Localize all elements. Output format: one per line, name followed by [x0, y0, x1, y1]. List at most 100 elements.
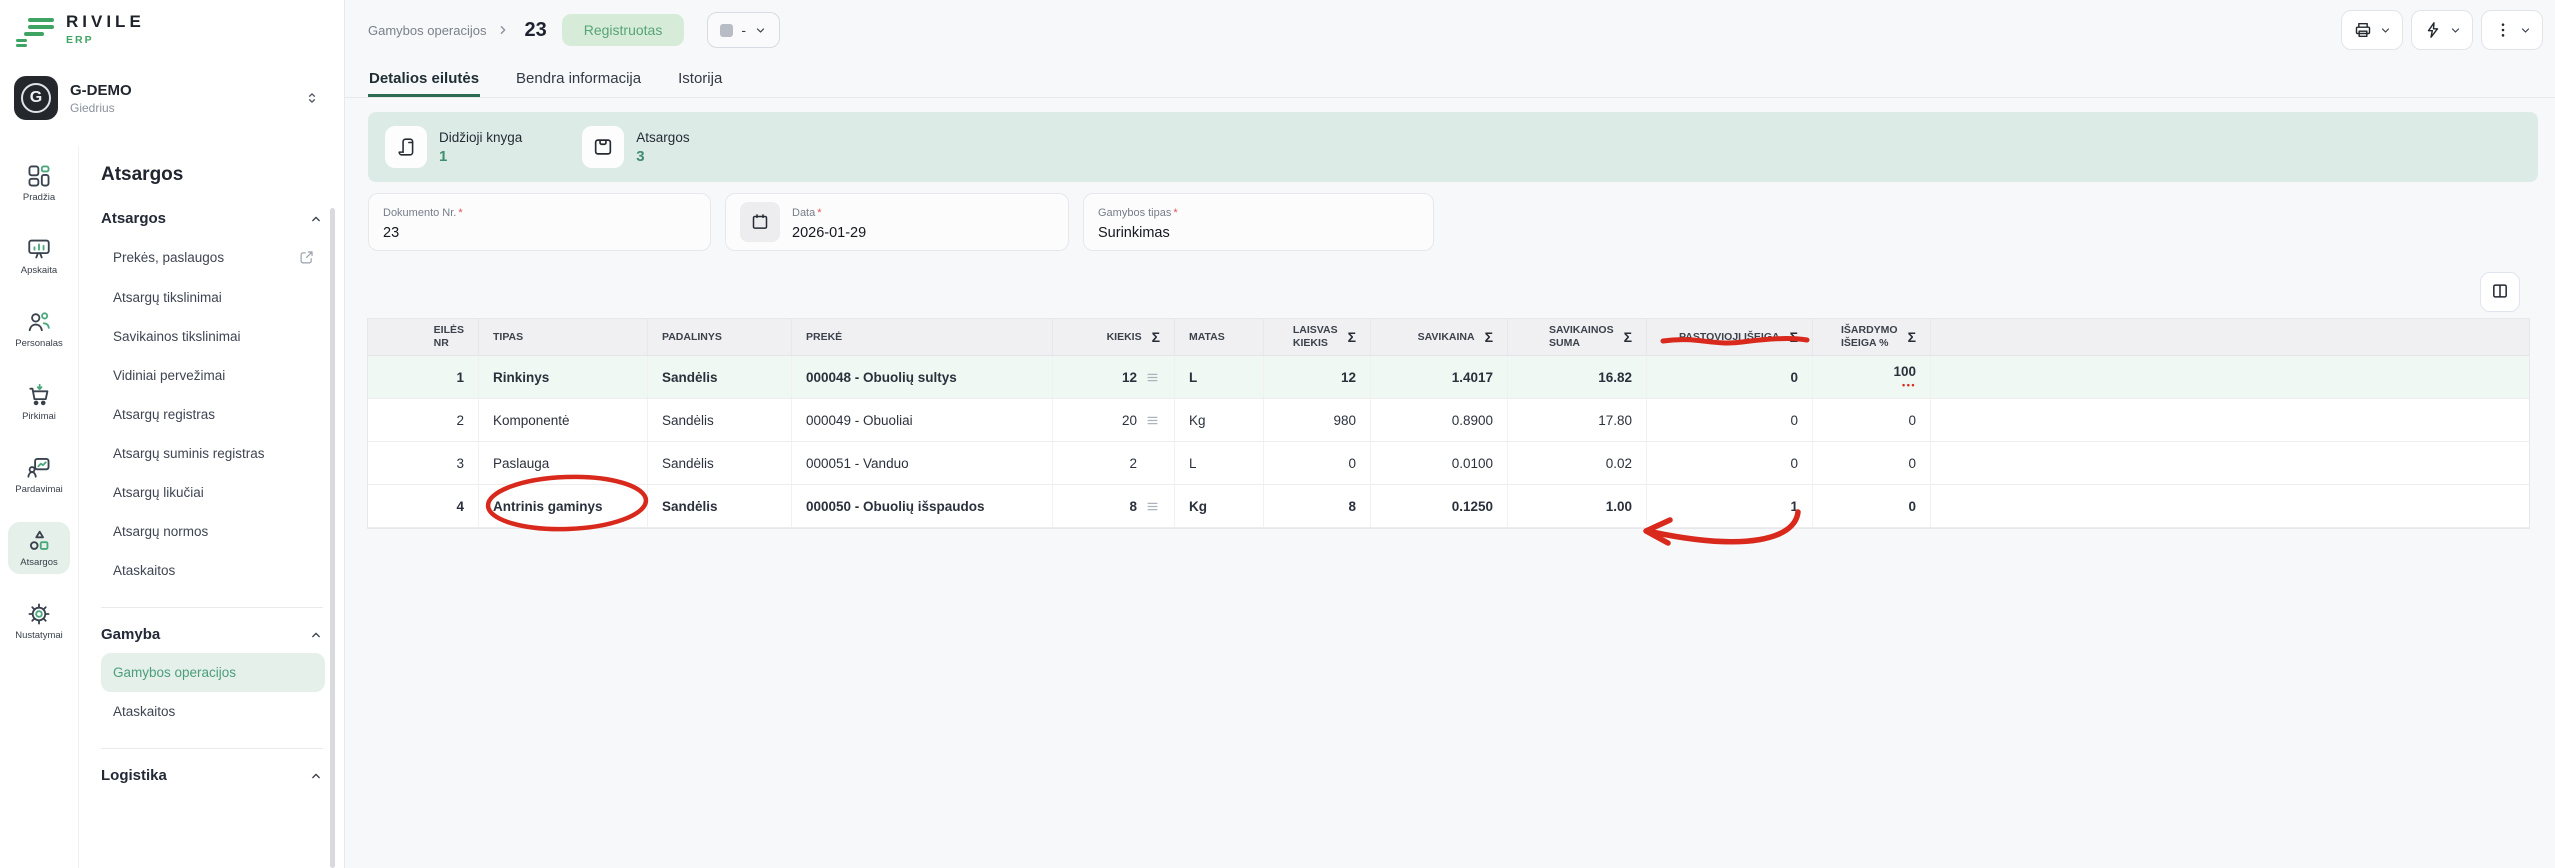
sum-icon[interactable]: Σ	[1908, 329, 1916, 345]
printer-icon	[2353, 20, 2373, 40]
tab-bendra-informacija[interactable]: Bendra informacija	[515, 60, 642, 97]
cell-tipas: Antrinis gaminys	[479, 485, 648, 527]
more-button[interactable]	[2481, 10, 2543, 50]
menu-item-label: Atsargų registras	[113, 407, 215, 422]
quantity-lines-icon[interactable]	[1145, 413, 1160, 428]
kebab-menu-icon	[2493, 20, 2513, 40]
column-header-preke[interactable]: PREKĖ	[792, 319, 1053, 355]
sidebar-item-ataskaitos[interactable]: Ataskaitos	[101, 692, 325, 731]
box-icon	[582, 126, 624, 168]
quantity-lines-icon[interactable]	[1145, 499, 1160, 514]
rail-item-apskaita[interactable]: Apskaita	[0, 219, 78, 292]
cell-value: Sandėlis	[662, 456, 714, 471]
menu-section-gamyba[interactable]: Gamyba	[101, 626, 323, 643]
cell-value: 4	[456, 499, 464, 514]
breadcrumb-link[interactable]: Gamybos operacijos	[368, 23, 487, 38]
rail-item-nustatymai[interactable]: Nustatymai	[0, 584, 78, 657]
table-row[interactable]: 1RinkinysSandėlis000048 - Obuolių sultys…	[368, 356, 2529, 399]
menu-section-logistika[interactable]: Logistika	[101, 767, 323, 784]
cell-value: 0	[1908, 413, 1916, 428]
sidebar-item-atsargu-tikslinimai[interactable]: Atsargų tikslinimai	[101, 278, 325, 317]
cell-value: Antrinis gaminys	[493, 499, 603, 514]
cell-kiekis: 12	[1053, 356, 1175, 398]
cell-value: 16.82	[1598, 370, 1632, 385]
sidebar-item-savikainos-tikslinimai[interactable]: Savikainos tikslinimai	[101, 317, 325, 356]
menu-item-label: Atsargų likučiai	[113, 485, 204, 500]
column-header-label: KIEKIS	[1107, 331, 1142, 344]
sidebar-item-vidiniai-pervezimai[interactable]: Vidiniai pervežimai	[101, 356, 325, 395]
column-header-savikainos-suma[interactable]: SAVIKAINOSSUMA Σ	[1508, 319, 1647, 355]
column-header-pastovioji-iseiga[interactable]: PASTOVIOJI IŠEIGAΣ	[1647, 319, 1813, 355]
table-row[interactable]: 2KomponentėSandėlis000049 - Obuoliai20Kg…	[368, 399, 2529, 442]
column-header-label: SAVIKAINOSSUMA	[1549, 324, 1614, 349]
rail-item-pardavimai[interactable]: Pardavimai	[0, 438, 78, 511]
cell-value: 0.02	[1606, 456, 1632, 471]
sidebar-item-atsargu-likuciai[interactable]: Atsargų likučiai	[101, 473, 325, 512]
sum-icon[interactable]: Σ	[1790, 329, 1798, 345]
view-selector[interactable]: -	[707, 12, 780, 48]
column-header-eiles-nr[interactable]: EILĖSNR	[368, 319, 479, 355]
cell-isardymo: 100•••	[1813, 356, 1931, 398]
tab-istorija[interactable]: Istorija	[677, 60, 723, 97]
dashboard-icon	[26, 163, 52, 189]
sidebar-item-atsargu-registras[interactable]: Atsargų registras	[101, 395, 325, 434]
print-button[interactable]	[2341, 10, 2403, 50]
column-header-laisvas-kiekis[interactable]: LAISVASKIEKISΣ	[1264, 319, 1371, 355]
cell-value: 1.4017	[1452, 370, 1493, 385]
settings-icon	[26, 601, 52, 627]
column-header-kiekis[interactable]: KIEKIS Σ	[1053, 319, 1175, 355]
menu-section-atsargos[interactable]: Atsargos	[101, 210, 323, 227]
summary-text: Atsargos3	[636, 130, 689, 165]
rail-item-pirkimai[interactable]: Pirkimai	[0, 365, 78, 438]
rail-item-pill: Personalas	[8, 303, 70, 355]
sidebar-item-atsargu-suminis-registras[interactable]: Atsargų suminis registras	[101, 434, 325, 473]
tab-detalios-eilutes[interactable]: Detalios eilutės	[368, 60, 480, 97]
cell-value: 1	[456, 370, 464, 385]
rail-item-pradzia[interactable]: Pradžia	[0, 146, 78, 219]
sum-icon[interactable]: Σ	[1624, 329, 1632, 345]
field-data[interactable]: Data*2026-01-29	[725, 193, 1069, 251]
column-header-savikaina[interactable]: SAVIKAINAΣ	[1371, 319, 1508, 355]
cell-value: Kg	[1189, 413, 1206, 428]
sum-icon[interactable]: Σ	[1485, 329, 1493, 345]
cell-value: 000049 - Obuoliai	[806, 413, 913, 428]
rail-item-atsargos[interactable]: Atsargos	[0, 511, 78, 584]
column-header-padalinys[interactable]: PADALINYS	[648, 319, 792, 355]
menu-scrollbar[interactable]	[330, 208, 335, 868]
menu-title: Atsargos	[101, 164, 325, 186]
column-header-tipas[interactable]: TIPAS	[479, 319, 648, 355]
column-header-matas[interactable]: MATAS	[1175, 319, 1264, 355]
cell-value: 000051 - Vanduo	[806, 456, 909, 471]
sidebar-item-gamybos-operacijos[interactable]: Gamybos operacijos	[101, 653, 325, 692]
table-row[interactable]: 3PaslaugaSandėlis000051 - Vanduo2L00.010…	[368, 442, 2529, 485]
cell-value: 1.00	[1606, 499, 1632, 514]
chevron-up-icon	[309, 628, 323, 642]
cell-matas: L	[1175, 442, 1264, 484]
account-switcher[interactable]: G G-DEMO Giedrius	[14, 76, 332, 120]
field-dokumento-nr[interactable]: Dokumento Nr.*23	[368, 193, 711, 251]
cell-value: L	[1189, 370, 1197, 385]
cell-value: Paslauga	[493, 456, 549, 471]
field-gamybos-tipas[interactable]: Gamybos tipas*Surinkimas	[1083, 193, 1434, 251]
table-row[interactable]: 4Antrinis gaminysSandėlis000050 - Obuoli…	[368, 485, 2529, 528]
sidebar-item-atsargu-normos[interactable]: Atsargų normos	[101, 512, 325, 551]
rail-item-personalas[interactable]: Personalas	[0, 292, 78, 365]
topbar-actions	[2341, 10, 2543, 50]
cell-nr: 3	[368, 442, 479, 484]
rail-item-label: Nustatymai	[15, 630, 63, 641]
menu-item-label: Atsargų suminis registras	[113, 446, 265, 461]
sum-icon[interactable]: Σ	[1348, 329, 1356, 345]
quantity-lines-icon[interactable]	[1145, 370, 1160, 385]
cell-value: 8	[1129, 499, 1137, 514]
sidebar-item-ataskaitos[interactable]: Ataskaitos	[101, 551, 325, 590]
rail-item-label: Pardavimai	[15, 484, 63, 495]
brand-logo[interactable]: RIVILE ERP	[16, 12, 145, 48]
field-value: 23	[383, 225, 463, 241]
sidebar-item-prekes-paslaugos[interactable]: Prekės, paslaugos	[101, 237, 325, 278]
column-settings-button[interactable]	[2480, 272, 2520, 312]
column-header-isardymo-iseiga[interactable]: IŠARDYMOIŠEIGA %Σ	[1813, 319, 1931, 355]
cell-preke: 000048 - Obuolių sultys	[792, 356, 1053, 398]
sum-icon[interactable]: Σ	[1152, 329, 1160, 345]
quick-actions-button[interactable]	[2411, 10, 2473, 50]
cell-value: 12	[1341, 370, 1356, 385]
